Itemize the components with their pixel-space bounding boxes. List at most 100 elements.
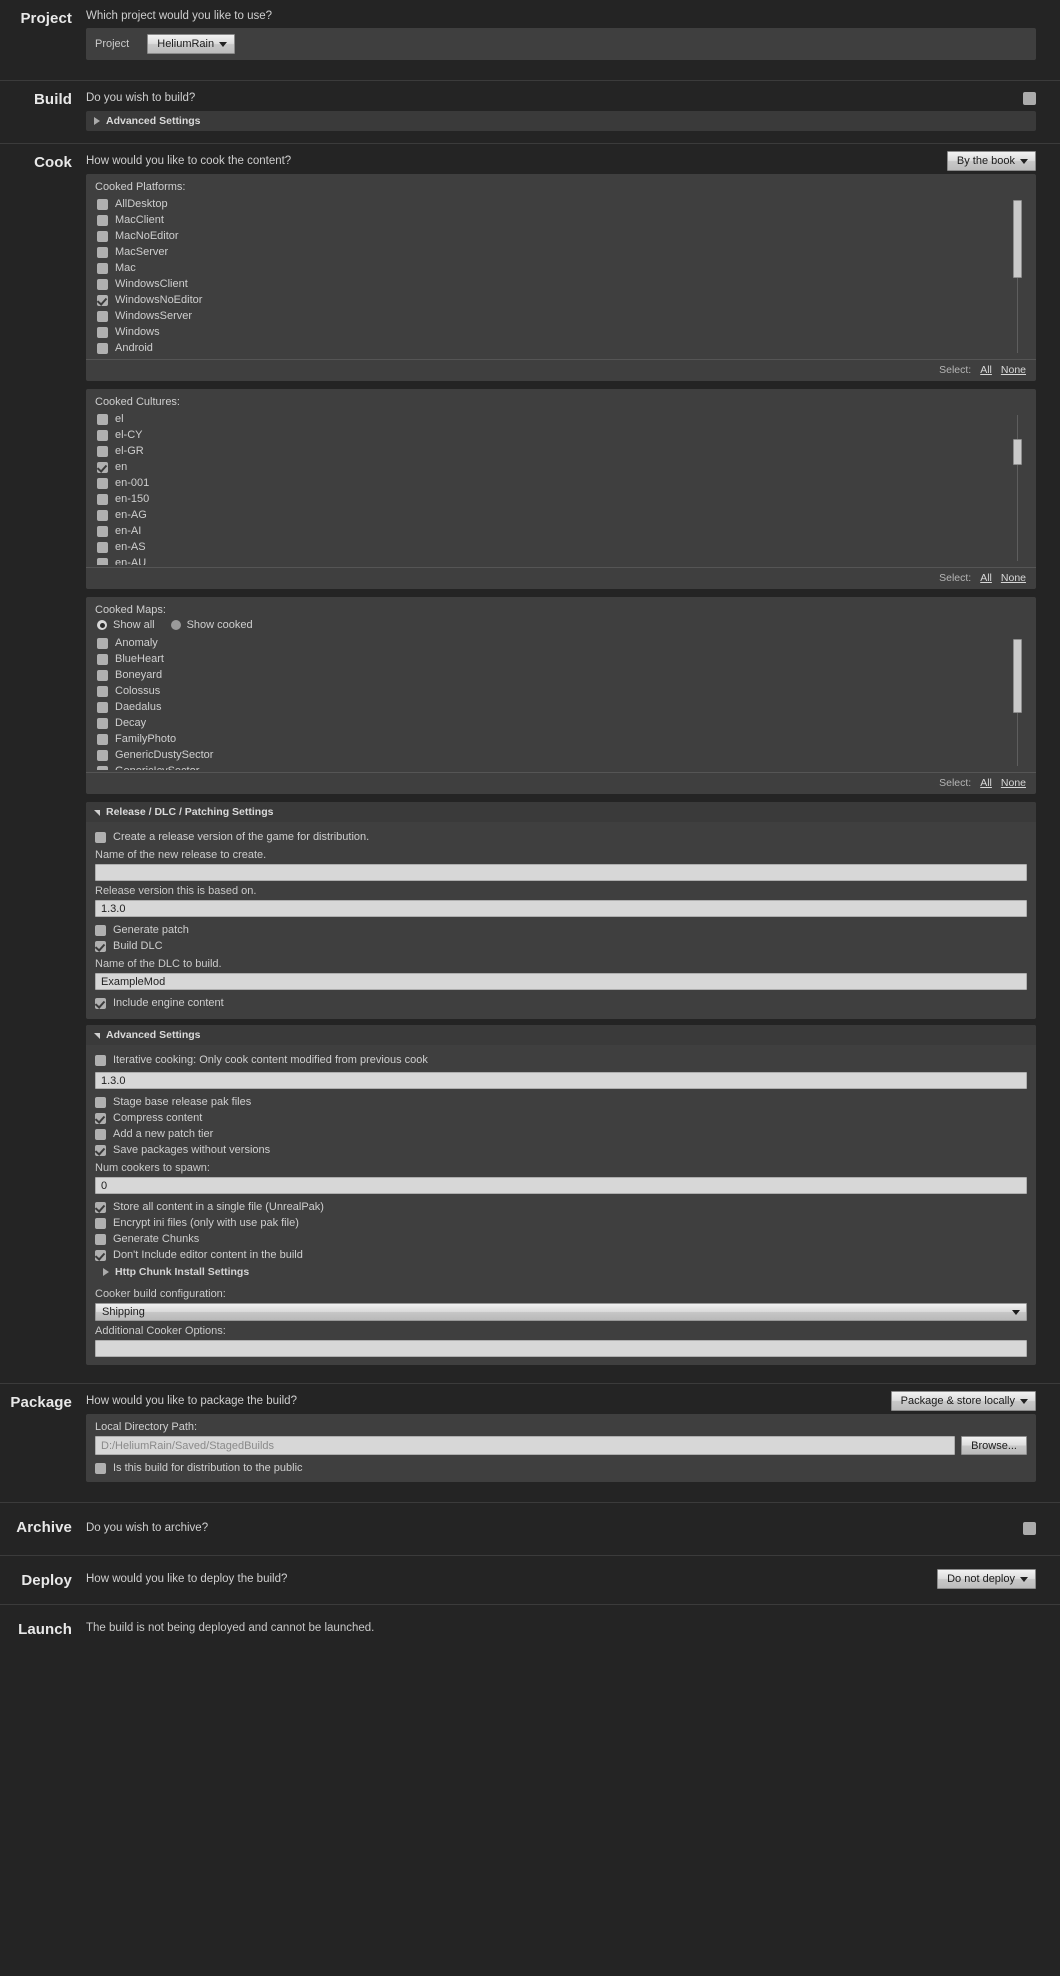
cooked-culture-item[interactable]: en-AI bbox=[97, 523, 1027, 539]
build-toggle-checkbox[interactable] bbox=[1023, 91, 1036, 105]
cooked-platform-item[interactable]: Mac bbox=[97, 260, 1027, 276]
cooked-platform-checkbox[interactable] bbox=[97, 342, 108, 354]
cooked-platform-item[interactable]: WindowsClient bbox=[97, 276, 1027, 292]
browse-button[interactable]: Browse... bbox=[961, 1436, 1027, 1455]
cooked-map-item[interactable]: Daedalus bbox=[97, 699, 1027, 715]
based-on-input[interactable] bbox=[95, 900, 1027, 917]
scrollbar-thumb[interactable] bbox=[1013, 439, 1022, 465]
cooked-culture-checkbox[interactable] bbox=[97, 541, 108, 553]
cooked-map-checkbox[interactable] bbox=[97, 685, 108, 697]
cooked-platform-checkbox[interactable] bbox=[97, 310, 108, 322]
cooked-platform-item[interactable]: Windows bbox=[97, 324, 1027, 340]
cooked-culture-checkbox[interactable] bbox=[97, 429, 108, 441]
cooked-platform-item[interactable]: Android_ASTC bbox=[97, 356, 1027, 357]
no-editor-content-checkbox[interactable] bbox=[95, 1249, 106, 1261]
maps-select-all-link[interactable]: All bbox=[980, 777, 992, 789]
cultures-select-all-link[interactable]: All bbox=[980, 572, 992, 584]
new-release-name-input[interactable] bbox=[95, 864, 1027, 881]
create-release-checkbox[interactable] bbox=[95, 831, 106, 843]
no-editor-content-row[interactable]: Don't Include editor content in the buil… bbox=[95, 1247, 1027, 1263]
archive-toggle-checkbox[interactable] bbox=[1023, 1521, 1036, 1535]
cooked-platforms-list[interactable]: AllDesktop MacClient MacNoEditor MacServer M… bbox=[95, 196, 1027, 357]
cooked-culture-item[interactable]: en-AU bbox=[97, 555, 1027, 565]
build-dlc-row[interactable]: Build DLC bbox=[95, 938, 1027, 954]
maps-scrollbar[interactable] bbox=[1013, 639, 1022, 766]
create-release-row[interactable]: Create a release version of the game for… bbox=[95, 829, 1027, 845]
cooked-map-item[interactable]: GenericDustySector bbox=[97, 747, 1027, 763]
cooked-platform-checkbox[interactable] bbox=[97, 246, 108, 258]
dlc-name-input[interactable] bbox=[95, 973, 1027, 990]
save-no-versions-checkbox[interactable] bbox=[95, 1144, 106, 1156]
generate-chunks-row[interactable]: Generate Chunks bbox=[95, 1231, 1027, 1247]
iterative-cooking-row[interactable]: Iterative cooking: Only cook content mod… bbox=[95, 1052, 1027, 1068]
cooked-platform-item[interactable]: MacServer bbox=[97, 244, 1027, 260]
cooked-map-checkbox[interactable] bbox=[97, 749, 108, 761]
distribution-checkbox[interactable] bbox=[95, 1462, 106, 1474]
generate-patch-checkbox[interactable] bbox=[95, 924, 106, 936]
cooked-culture-item[interactable]: el-GR bbox=[97, 443, 1027, 459]
cooked-map-checkbox[interactable] bbox=[97, 637, 108, 649]
cooked-culture-item[interactable]: en-AS bbox=[97, 539, 1027, 555]
cooked-platform-item[interactable]: Android bbox=[97, 340, 1027, 356]
cooked-culture-item[interactable]: en-001 bbox=[97, 475, 1027, 491]
additional-options-input[interactable] bbox=[95, 1340, 1027, 1357]
iterative-version-input[interactable] bbox=[95, 1072, 1027, 1089]
maps-select-none-link[interactable]: None bbox=[1001, 777, 1026, 789]
compress-content-row[interactable]: Compress content bbox=[95, 1110, 1027, 1126]
platforms-select-all-link[interactable]: All bbox=[980, 364, 992, 376]
unrealpak-row[interactable]: Store all content in a single file (Unre… bbox=[95, 1199, 1027, 1215]
platforms-scrollbar[interactable] bbox=[1013, 200, 1022, 353]
cooked-culture-checkbox[interactable] bbox=[97, 493, 108, 505]
http-chunk-install-expander[interactable]: Http Chunk Install Settings bbox=[95, 1263, 1027, 1281]
cooked-culture-item[interactable]: en-AG bbox=[97, 507, 1027, 523]
cooked-culture-item[interactable]: en bbox=[97, 459, 1027, 475]
cooked-culture-checkbox[interactable] bbox=[97, 413, 108, 425]
cooker-config-select[interactable]: Shipping bbox=[95, 1303, 1027, 1321]
num-cookers-input[interactable] bbox=[95, 1177, 1027, 1194]
stage-base-checkbox[interactable] bbox=[95, 1096, 106, 1108]
iterative-cooking-checkbox[interactable] bbox=[95, 1054, 106, 1066]
encrypt-ini-checkbox[interactable] bbox=[95, 1217, 106, 1229]
cooked-map-checkbox[interactable] bbox=[97, 669, 108, 681]
cooked-cultures-list[interactable]: el el-CY el-GR en en-001 en-150 en-AG en-AI en-A… bbox=[95, 411, 1027, 565]
cooked-culture-checkbox[interactable] bbox=[97, 477, 108, 489]
unrealpak-checkbox[interactable] bbox=[95, 1201, 106, 1213]
cooked-map-item[interactable]: Anomaly bbox=[97, 635, 1027, 651]
cooked-map-checkbox[interactable] bbox=[97, 653, 108, 665]
cooked-map-checkbox[interactable] bbox=[97, 733, 108, 745]
cooked-culture-item[interactable]: el bbox=[97, 411, 1027, 427]
patch-tier-row[interactable]: Add a new patch tier bbox=[95, 1126, 1027, 1142]
deploy-mode-select[interactable]: Do not deploy bbox=[937, 1569, 1036, 1589]
patch-tier-checkbox[interactable] bbox=[95, 1128, 106, 1140]
build-advanced-settings-expander[interactable]: Advanced Settings bbox=[86, 111, 1036, 131]
cooked-platform-item[interactable]: MacClient bbox=[97, 212, 1027, 228]
cooked-platform-checkbox[interactable] bbox=[97, 294, 108, 306]
stage-base-row[interactable]: Stage base release pak files bbox=[95, 1094, 1027, 1110]
save-no-versions-row[interactable]: Save packages without versions bbox=[95, 1142, 1027, 1158]
cooked-platform-checkbox[interactable] bbox=[97, 326, 108, 338]
release-dlc-expander[interactable]: Release / DLC / Patching Settings bbox=[86, 802, 1036, 822]
cooked-culture-checkbox[interactable] bbox=[97, 557, 108, 565]
cooked-platform-item[interactable]: AllDesktop bbox=[97, 196, 1027, 212]
generate-chunks-checkbox[interactable] bbox=[95, 1233, 106, 1245]
cooked-map-item[interactable]: Boneyard bbox=[97, 667, 1027, 683]
cultures-scrollbar[interactable] bbox=[1013, 415, 1022, 561]
cooked-platform-item[interactable]: WindowsServer bbox=[97, 308, 1027, 324]
platforms-select-none-link[interactable]: None bbox=[1001, 364, 1026, 376]
cooked-platform-item[interactable]: MacNoEditor bbox=[97, 228, 1027, 244]
cooked-culture-item[interactable]: el-CY bbox=[97, 427, 1027, 443]
cook-mode-select[interactable]: By the book bbox=[946, 151, 1036, 171]
cooked-map-item[interactable]: Decay bbox=[97, 715, 1027, 731]
cooked-maps-list[interactable]: Anomaly BlueHeart Boneyard Colossus Daedalus… bbox=[95, 635, 1027, 770]
cooked-map-item[interactable]: GenericIcySector bbox=[97, 763, 1027, 770]
package-mode-select[interactable]: Package & store locally bbox=[890, 1391, 1036, 1411]
cook-advanced-expander[interactable]: Advanced Settings bbox=[86, 1025, 1036, 1045]
distribution-row[interactable]: Is this build for distribution to the pu… bbox=[95, 1460, 1027, 1476]
cooked-map-item[interactable]: BlueHeart bbox=[97, 651, 1027, 667]
cooked-culture-checkbox[interactable] bbox=[97, 461, 108, 473]
cooked-platform-checkbox[interactable] bbox=[97, 262, 108, 274]
cooked-culture-checkbox[interactable] bbox=[97, 509, 108, 521]
generate-patch-row[interactable]: Generate patch bbox=[95, 922, 1027, 938]
compress-content-checkbox[interactable] bbox=[95, 1112, 106, 1124]
include-engine-content-checkbox[interactable] bbox=[95, 997, 106, 1009]
